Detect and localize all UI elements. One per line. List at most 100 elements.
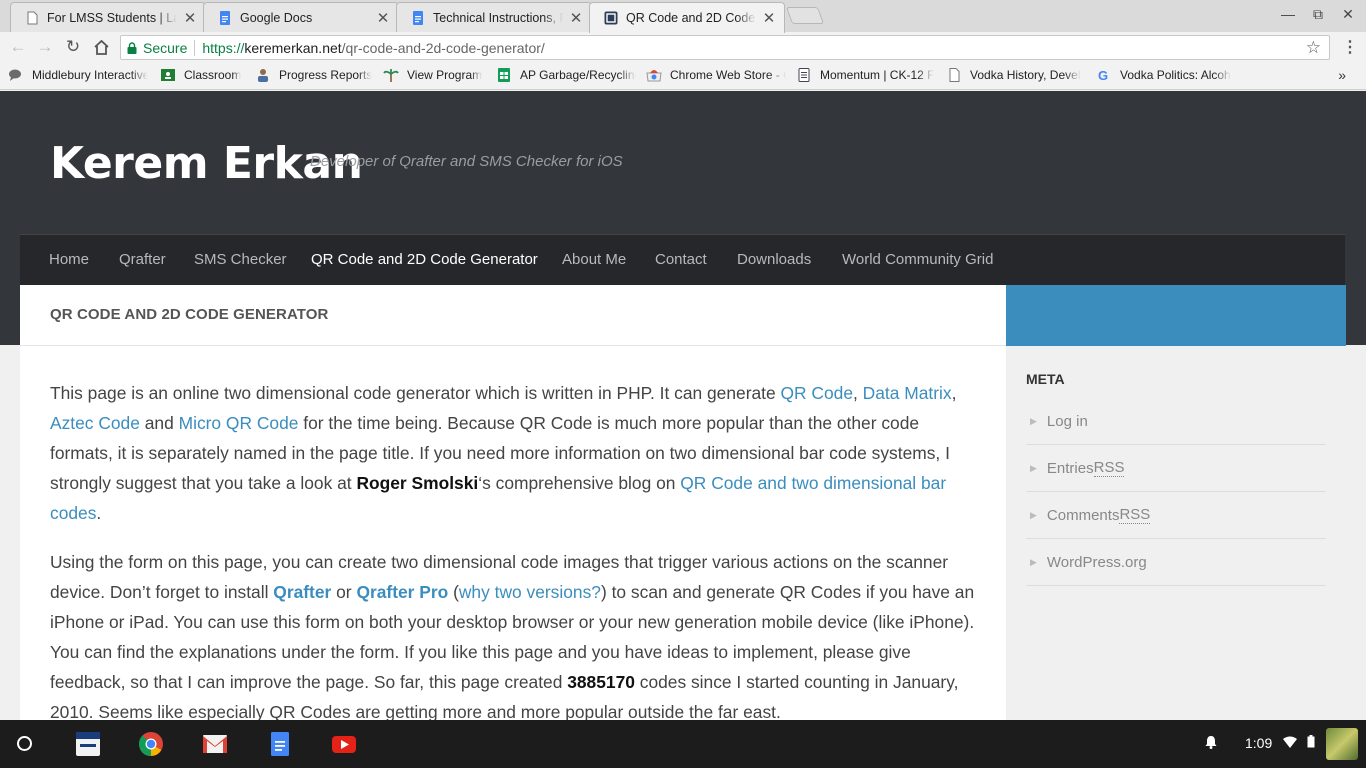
bookmark-vodka-politics[interactable]: G Vodka Politics: Alcoh [1096,68,1236,82]
link-micro-qr-code[interactable]: Micro QR Code [179,413,299,433]
nav-contact[interactable]: Contact [655,251,707,268]
notification-bell-icon[interactable] [1205,735,1217,752]
usage-paragraph: Using the form on this page, you can cre… [50,547,975,720]
link-aztec-code[interactable]: Aztec Code [50,413,140,433]
nav-home[interactable]: Home [49,251,89,268]
testnav-icon[interactable] [75,731,101,757]
secure-label: Secure [143,39,188,56]
bookmarks-overflow-button[interactable]: » [1338,67,1346,83]
battery-icon[interactable] [1307,735,1315,751]
link-label: Log in [1046,412,1088,430]
wifi-icon[interactable] [1283,735,1297,751]
close-icon[interactable]: ✕ [183,9,197,27]
text: , [853,383,863,403]
meta-link-wordpress[interactable]: ▶ WordPress.org [1026,539,1326,586]
reload-icon[interactable]: ↻ [62,36,84,58]
nav-downloads[interactable]: Downloads [737,251,811,268]
minimize-button[interactable]: — [1278,6,1298,22]
user-avatar[interactable] [1326,728,1358,760]
bookmark-label: Chrome Web Store - C [670,68,786,82]
sidebar-accent-bar [1006,285,1346,346]
url-path: /qr-code-and-2d-code-generator/ [341,39,545,56]
maximize-button[interactable]: ⧉ [1308,6,1328,23]
bookmark-progress-reports[interactable]: Progress Reports [255,68,377,82]
link-qrafter[interactable]: Qrafter [273,582,331,602]
close-window-button[interactable]: ✕ [1338,6,1358,23]
page-title-bar: QR CODE AND 2D CODE GENERATOR [20,285,1006,346]
bookmark-momentum[interactable]: Momentum | CK-12 F [796,68,936,82]
chrome-menu-icon[interactable]: ⋮ [1342,37,1358,57]
meta-links: ▶ Log in ▶ Entries RSS ▶ Comments RSS ▶ Word… [1026,398,1326,586]
tab-technical-instructions[interactable]: Technical Instructions, Ri ✕ [396,2,592,32]
youtube-icon[interactable] [331,731,357,757]
tab-google-docs[interactable]: Google Docs ✕ [203,2,399,32]
home-icon[interactable] [90,36,112,58]
divider [194,39,196,56]
palm-icon [383,69,399,82]
tab-title: For LMSS Students | La Cl [47,10,177,25]
site-description: Developer of Qrafter and SMS Checker for… [310,153,623,170]
new-tab-button[interactable] [785,7,825,24]
nav-world-community-grid[interactable]: World Community Grid [842,251,993,268]
browser-toolbar: ← → ↻ Secure https://keremerkan.net/qr-c… [0,32,1366,62]
url-scheme: https:// [202,39,245,56]
caret-right-icon: ▶ [1030,415,1037,426]
google-icon: G [1098,68,1108,82]
docs-icon [220,10,230,25]
page-icon [27,11,38,24]
rss-abbr: RSS [1093,459,1125,477]
site-icon [604,11,618,25]
bookmark-vodka-history[interactable]: Vodka History, Devel [946,68,1086,82]
meta-widget-title: META [1026,371,1065,387]
chrome-icon[interactable] [138,731,164,757]
link-qrafter-pro[interactable]: Qrafter Pro [356,582,448,602]
chat-icon [9,69,21,81]
nav-qrafter[interactable]: Qrafter [119,251,166,268]
bookmark-classroom[interactable]: Classroom [160,68,250,82]
meta-link-comments-rss[interactable]: ▶ Comments RSS [1026,492,1326,539]
back-icon[interactable]: ← [7,36,29,58]
gmail-icon[interactable] [202,731,228,757]
person-icon [258,69,268,82]
text: or [331,582,357,602]
launcher-icon[interactable] [17,736,32,751]
tab-lmss-students[interactable]: For LMSS Students | La Cl ✕ [10,2,206,32]
meta-link-entries-rss[interactable]: ▶ Entries RSS [1026,445,1326,492]
main-content: QR CODE AND 2D CODE GENERATOR This page … [20,285,1006,720]
bookmark-view-program[interactable]: View Program [383,68,489,82]
bookmark-label: View Program [407,68,483,82]
text: . [96,503,102,523]
bookmark-label: Momentum | CK-12 F [820,68,935,82]
bookmark-ap-garbage[interactable]: AP Garbage/Recycling [496,68,636,82]
page-title: QR CODE AND 2D CODE GENERATOR [50,306,329,323]
bookmark-star-icon[interactable]: ☆ [1306,38,1321,58]
bookmark-label: Middlebury Interactive [32,68,148,82]
web-page: Kerem Erkan Developer of Qrafter and SMS… [0,91,1366,720]
sidebar: META ▶ Log in ▶ Entries RSS ▶ Comments RSS … [1006,346,1346,720]
tab-title: Google Docs [240,10,313,25]
meta-link-login[interactable]: ▶ Log in [1026,398,1326,445]
bookmark-label: Vodka Politics: Alcoh [1120,68,1231,82]
nav-sms-checker[interactable]: SMS Checker [194,251,287,268]
code-count: 3885170 [567,672,635,692]
bookmark-middlebury[interactable]: Middlebury Interactive [8,68,148,82]
close-icon[interactable]: ✕ [569,9,583,27]
forward-icon[interactable]: → [34,36,56,58]
address-bar[interactable]: Secure https://keremerkan.net/qr-code-an… [120,35,1330,60]
bookmark-chrome-web-store[interactable]: Chrome Web Store - C [646,68,786,82]
link-qr-code[interactable]: QR Code [781,383,854,403]
tab-qr-code-generator[interactable]: QR Code and 2D Code Ge ✕ [589,2,785,33]
clock[interactable]: 1:09 [1245,735,1272,751]
caret-right-icon: ▶ [1030,556,1037,567]
close-icon[interactable]: ✕ [762,9,776,27]
close-icon[interactable]: ✕ [376,9,390,27]
nav-qr-code-generator[interactable]: QR Code and 2D Code Generator [311,251,538,268]
text: This page is an online two dimensional c… [50,383,781,403]
bookmark-label: AP Garbage/Recycling [520,68,636,82]
docs-icon[interactable] [267,731,293,757]
text: and [139,413,179,433]
os-shelf: 1:09 [0,720,1366,768]
link-data-matrix[interactable]: Data Matrix [863,383,952,403]
nav-about-me[interactable]: About Me [562,251,626,268]
link-why-two-versions[interactable]: why two versions? [459,582,601,602]
